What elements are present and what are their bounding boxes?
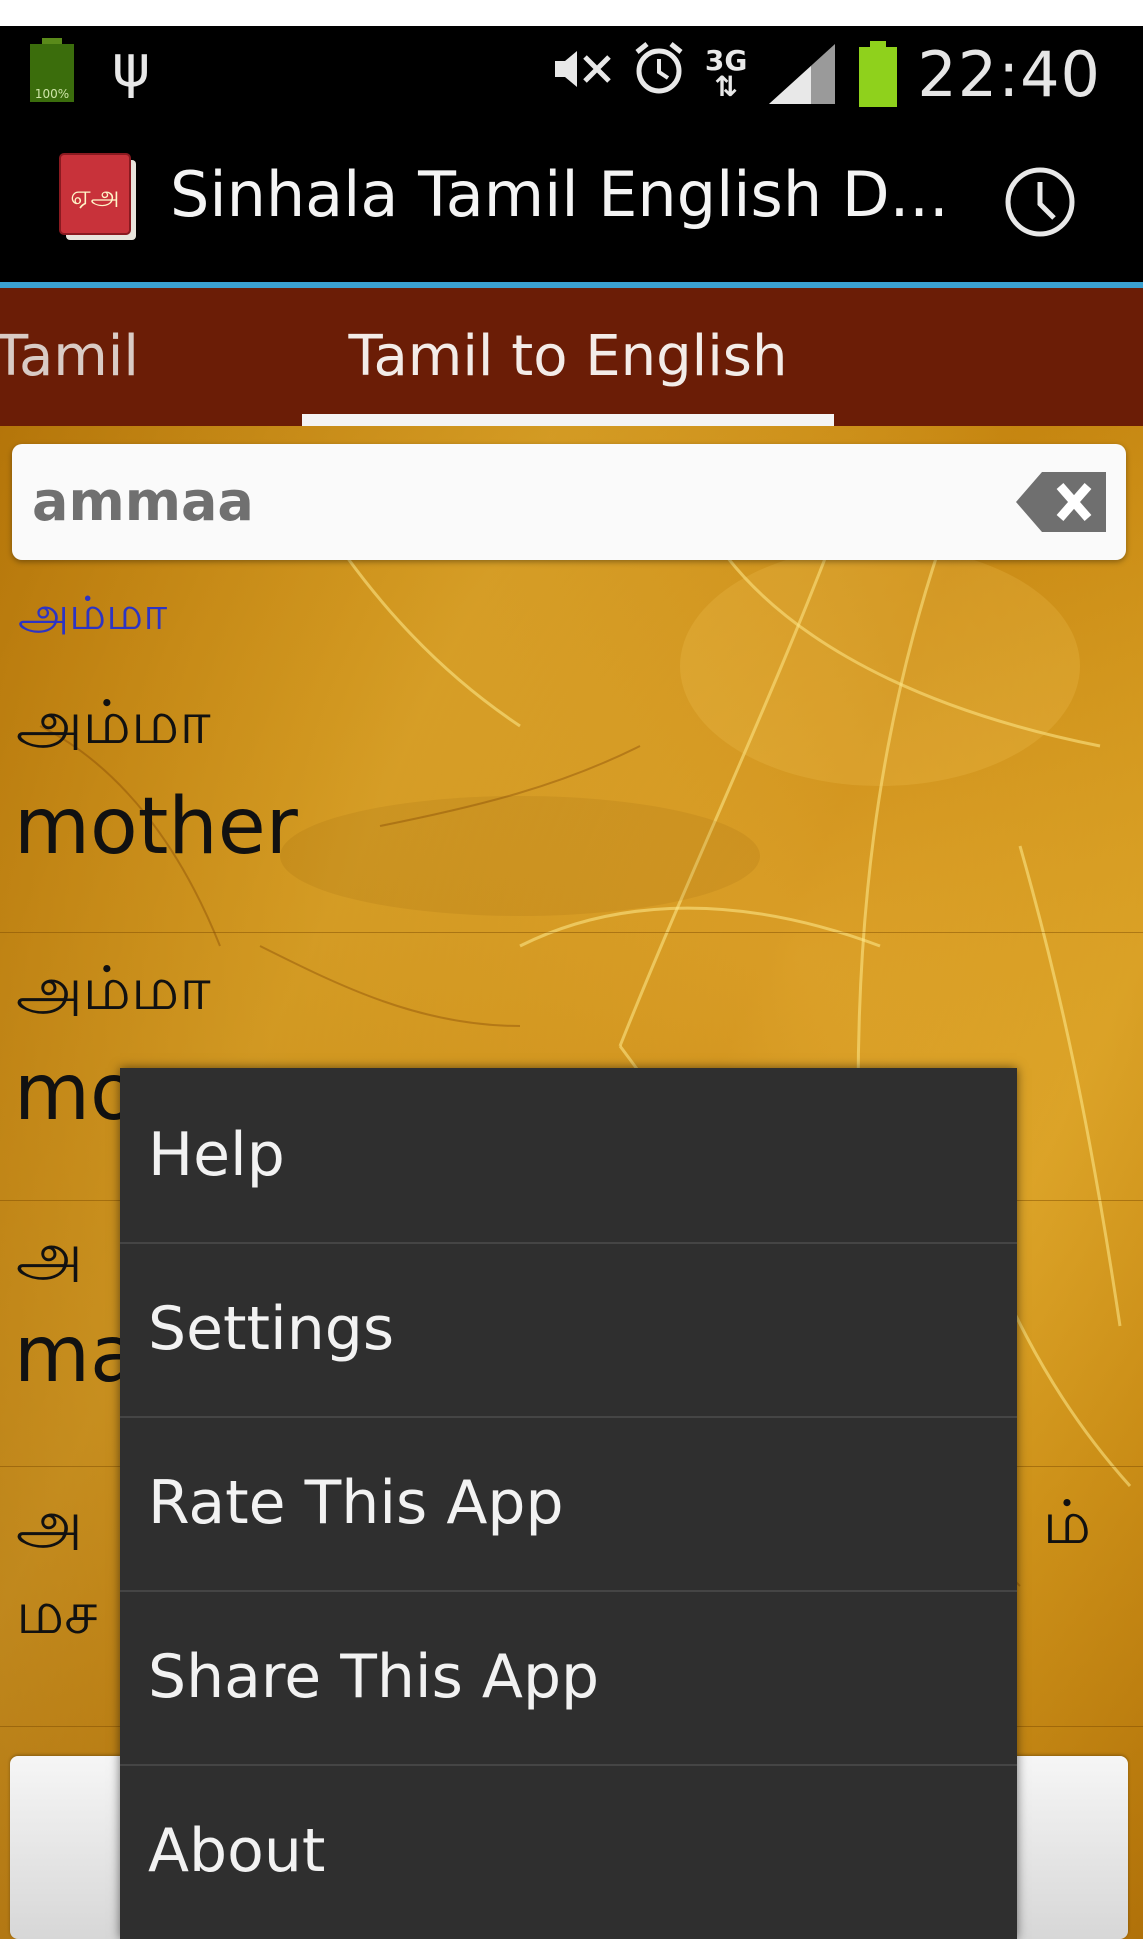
clear-search-button[interactable]: [1012, 466, 1110, 538]
status-bar: 100% ψ 3G ⇅ 22:40: [0, 26, 1143, 122]
menu-item-label: Help: [148, 1120, 285, 1190]
app-logo-icon[interactable]: ஏஅ: [56, 150, 140, 244]
app-logo-label: ஏஅ: [70, 181, 119, 211]
menu-item-help[interactable]: Help: [120, 1068, 1017, 1244]
app-title: Sinhala Tamil English D...: [170, 158, 949, 231]
result-tamil: அ: [16, 1488, 83, 1558]
search-input[interactable]: ammaa: [32, 444, 254, 560]
menu-item-about[interactable]: About: [120, 1764, 1017, 1938]
result-tamil: அ: [16, 1220, 83, 1290]
menu-item-rate-app[interactable]: Rate This App: [120, 1416, 1017, 1592]
mute-icon: [551, 47, 613, 101]
alarm-icon: [631, 40, 687, 108]
menu-item-share-app[interactable]: Share This App: [120, 1590, 1017, 1766]
app-screen: 100% ψ 3G ⇅ 22:40 ஏஅ Sinhala Tamil Engli…: [0, 0, 1146, 1939]
result-tamil: அம்மா: [16, 954, 211, 1024]
result-tamil-tail: ம்: [1042, 1488, 1091, 1558]
battery-percent-label: 100%: [35, 87, 69, 101]
result-tamil: அம்மா: [16, 688, 211, 758]
result-english: மச: [16, 1578, 98, 1648]
backspace-clear-icon: [1016, 472, 1106, 532]
menu-item-label: About: [148, 1816, 326, 1886]
menu-item-settings[interactable]: Settings: [120, 1242, 1017, 1418]
usb-icon: ψ: [112, 32, 151, 100]
clock-icon: [1005, 167, 1075, 237]
search-suggestion[interactable]: அம்மா: [18, 586, 167, 647]
tab-tamil[interactable]: Tamil: [0, 288, 139, 426]
result-english: mother: [14, 782, 298, 872]
history-button[interactable]: [990, 152, 1090, 252]
tab-tamil-to-english[interactable]: Tamil to English: [302, 288, 834, 426]
action-bar: ஏஅ Sinhala Tamil English D...: [0, 122, 1143, 282]
tab-indicator: [302, 414, 834, 426]
signal-icon: [765, 42, 839, 106]
menu-item-label: Settings: [148, 1294, 395, 1364]
battery-icon: [857, 41, 899, 107]
tab-bar: Tamil Tamil to English: [0, 288, 1143, 426]
battery-icon: 100%: [28, 38, 76, 102]
menu-item-label: Rate This App: [148, 1468, 564, 1538]
network-3g-icon: 3G ⇅: [704, 44, 748, 103]
result-row[interactable]: அம்மா mother: [0, 662, 1143, 933]
status-icons: 3G ⇅ 22:40: [551, 26, 1101, 122]
network-type-label: 3G: [704, 44, 748, 77]
menu-item-label: Share This App: [148, 1642, 600, 1712]
search-box[interactable]: ammaa: [12, 444, 1126, 560]
overflow-menu: Help Settings Rate This App Share This A…: [120, 1068, 1017, 1939]
clock-time: 22:40: [917, 37, 1101, 111]
